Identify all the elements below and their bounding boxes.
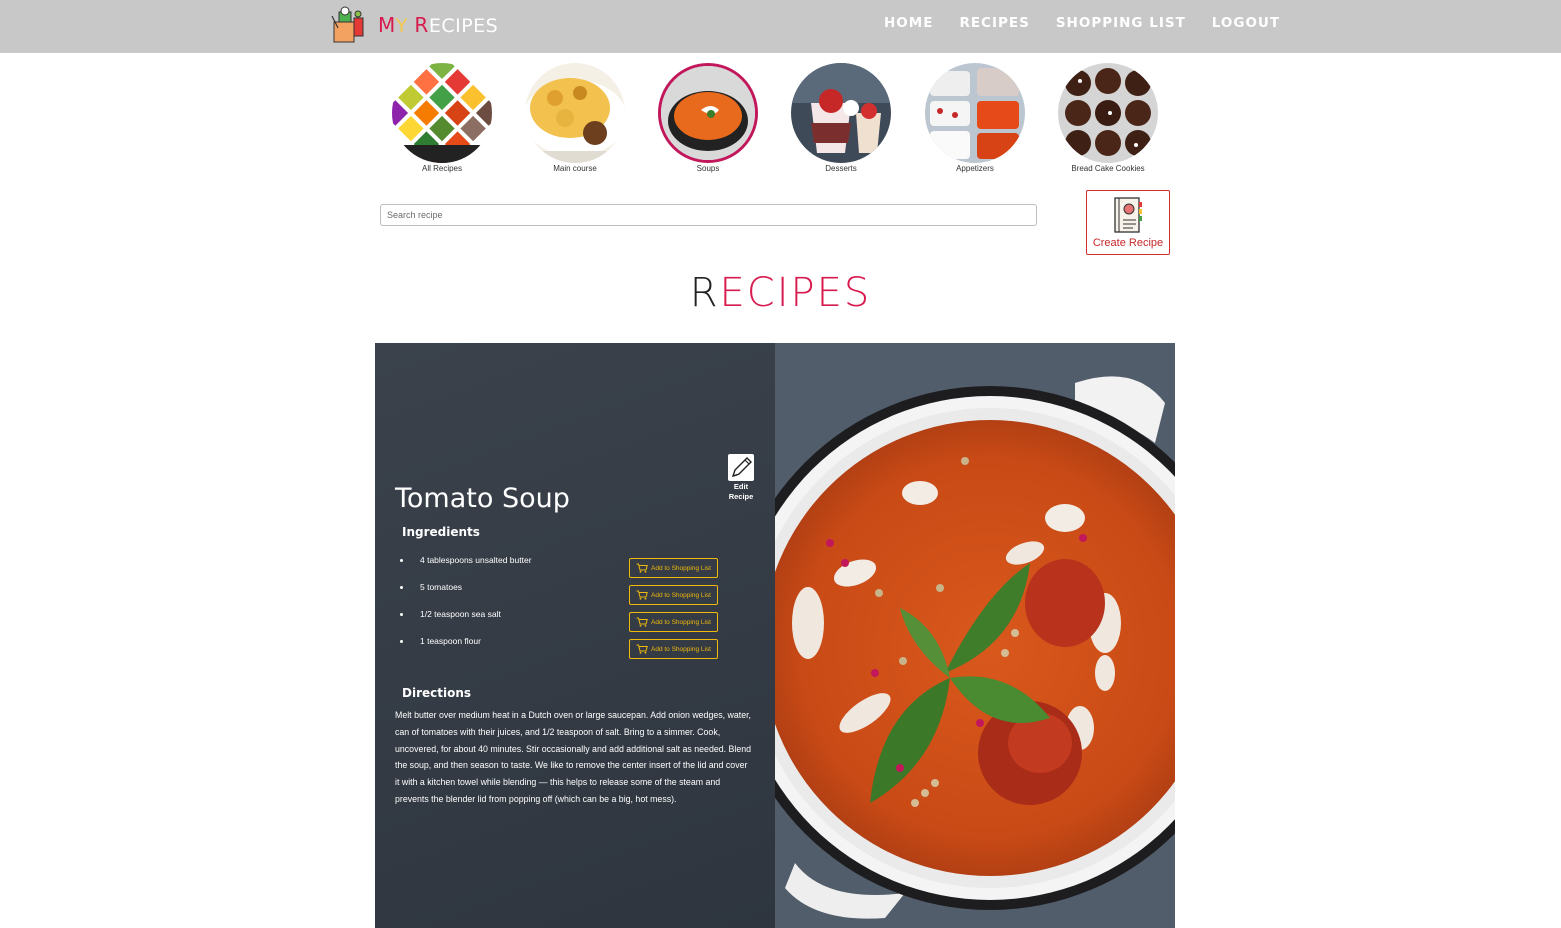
directions-heading: Directions	[402, 686, 472, 700]
category-label: Bread Cake Cookies	[1071, 164, 1145, 173]
ingredient-item: 1/2 teaspoon sea salt Add to Shopping Li…	[400, 609, 730, 636]
edit-recipe-button[interactable]: Edit Recipe	[727, 454, 755, 502]
ingredient-item: 1 teaspoon flour Add to Shopping List	[400, 636, 730, 663]
page-title-first-letter: R	[689, 270, 720, 316]
page-title: RECIPES	[0, 270, 1561, 316]
category-label: Desserts	[825, 164, 857, 173]
cart-icon	[636, 644, 648, 654]
app-logo[interactable]: MY RECIPES	[330, 6, 498, 44]
edit-recipe-label-line2: Recipe	[728, 492, 754, 501]
recipe-details-panel: Edit Recipe Tomato Soup Ingredients 4 ta…	[375, 343, 775, 928]
add-to-shopping-list-button[interactable]: Add to Shopping List	[629, 612, 718, 632]
category-label: Main course	[553, 164, 597, 173]
category-appetizers-image	[925, 63, 1025, 163]
category-soups-image	[658, 63, 758, 163]
ingredients-heading: Ingredients	[402, 525, 480, 539]
add-label: Add to Shopping List	[651, 618, 711, 626]
category-label: Appetizers	[956, 164, 994, 173]
create-recipe-label: Create Recipe	[1092, 237, 1164, 249]
recipe-title: Tomato Soup	[395, 483, 570, 514]
category-desserts-image	[791, 63, 891, 163]
logo-letter-r: R	[414, 13, 429, 37]
category-soups[interactable]: Soups	[657, 63, 759, 173]
nav-logout[interactable]: LOGOUT	[1212, 15, 1280, 31]
logo-letter-y: Y	[395, 15, 408, 37]
page-title-rest: ECIPES	[719, 270, 872, 316]
recipe-card: Edit Recipe Tomato Soup Ingredients 4 ta…	[375, 343, 1175, 928]
category-main-course-image	[525, 63, 625, 163]
edit-recipe-label-line1: Edit	[733, 482, 749, 491]
category-desserts[interactable]: Desserts	[790, 63, 892, 173]
cart-icon	[636, 563, 648, 573]
ingredient-text: 4 tablespoons unsalted butter	[420, 555, 532, 565]
category-label: All Recipes	[421, 164, 462, 173]
chef-logo-icon	[330, 6, 366, 44]
ingredient-text: 1/2 teaspoon sea salt	[420, 609, 501, 619]
bullet	[400, 640, 403, 643]
ingredient-text: 1 teaspoon flour	[420, 636, 481, 646]
bullet	[400, 613, 403, 616]
search-input[interactable]	[380, 204, 1037, 226]
add-label: Add to Shopping List	[651, 591, 711, 599]
cart-icon	[636, 617, 648, 627]
add-to-shopping-list-button[interactable]: Add to Shopping List	[629, 585, 718, 605]
cart-icon	[636, 590, 648, 600]
ingredient-text: 5 tomatoes	[420, 582, 463, 592]
recipe-image	[775, 343, 1175, 928]
ingredient-item: 4 tablespoons unsalted butter Add to Sho…	[400, 555, 730, 582]
nav-shopping-list[interactable]: SHOPPING LIST	[1056, 15, 1186, 31]
category-bread-cake-cookies[interactable]: Bread Cake Cookies	[1057, 63, 1159, 173]
category-bread-cake-cookies-image	[1058, 63, 1158, 163]
category-all-recipes[interactable]: All Recipes	[391, 63, 493, 173]
category-all-recipes-image	[392, 63, 492, 163]
ingredients-list: 4 tablespoons unsalted butter Add to Sho…	[400, 555, 730, 663]
directions-text: Melt butter over medium heat in a Dutch …	[395, 710, 752, 804]
main-nav: HOME RECIPES SHOPPING LIST LOGOUT	[884, 15, 1306, 31]
nav-home[interactable]: HOME	[884, 15, 933, 31]
bullet	[400, 559, 403, 562]
add-to-shopping-list-button[interactable]: Add to Shopping List	[629, 558, 718, 578]
category-label: Soups	[696, 164, 720, 173]
ingredient-item: 5 tomatoes Add to Shopping List	[400, 582, 730, 609]
logo-letter-m: M	[378, 13, 396, 37]
pencil-icon	[728, 454, 754, 481]
nav-recipes[interactable]: RECIPES	[959, 15, 1029, 31]
category-main-course[interactable]: Main course	[524, 63, 626, 173]
top-navbar: MY RECIPES HOME RECIPES SHOPPING LIST LO…	[0, 0, 1561, 53]
bullet	[400, 586, 403, 589]
add-label: Add to Shopping List	[651, 645, 711, 653]
create-recipe-button[interactable]: Create Recipe	[1086, 190, 1170, 255]
logo-rest: ECIPES	[428, 15, 499, 37]
add-to-shopping-list-button[interactable]: Add to Shopping List	[629, 639, 718, 659]
recipe-book-icon	[1114, 197, 1142, 233]
category-strip: All Recipes Main course Soups Desserts A…	[390, 63, 1170, 175]
add-label: Add to Shopping List	[651, 564, 711, 572]
category-appetizers[interactable]: Appetizers	[924, 63, 1026, 173]
app-title: MY RECIPES	[378, 13, 498, 37]
